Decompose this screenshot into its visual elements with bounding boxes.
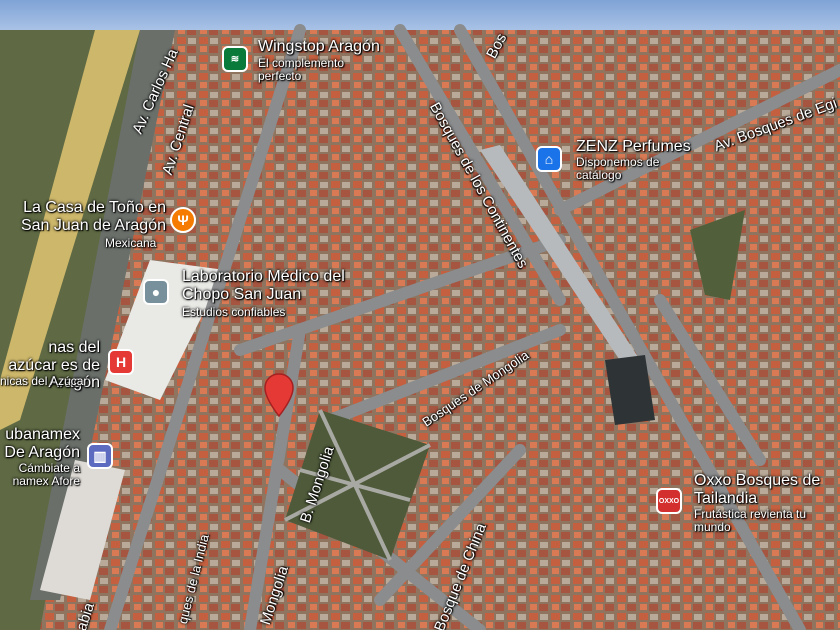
poi-sub-zenz: Disponemos de catálogo <box>576 155 660 183</box>
poi-name-casa-tono[interactable]: La Casa de Toño en San Juan de Aragón <box>6 199 166 234</box>
bank-icon[interactable]: ▥ <box>87 443 113 469</box>
map-imagery <box>0 24 840 630</box>
poi-name-zenz[interactable]: ZENZ Perfumes <box>576 138 691 156</box>
laboratory-icon[interactable]: ● <box>143 279 169 305</box>
poi-sub-banamex: Cámbiate a namex Afore <box>12 461 80 489</box>
satellite-map[interactable]: Av. Carlos Ha Av. Central Bosques de los… <box>0 0 840 630</box>
poi-name-oxxo[interactable]: Oxxo Bosques de Tailandia <box>694 472 824 507</box>
location-pin-icon[interactable] <box>262 372 296 418</box>
poi-sub-clinica: nicas del Azúcar <box>0 374 88 388</box>
poi-name-laboratorio[interactable]: Laboratorio Médico del Chopo San Juan <box>182 268 347 303</box>
poi-sub-casa-tono: Mexicana <box>105 236 157 250</box>
poi-name-banamex[interactable]: ubanamex De Aragón <box>0 426 80 461</box>
poi-sub-oxxo: Frutástica revienta tu mundo <box>694 507 807 535</box>
hospital-icon[interactable]: H <box>108 349 134 375</box>
poi-sub-wingstop: El complemento perfecto <box>258 56 345 84</box>
oxxo-logo-icon[interactable]: OXXO <box>656 488 682 514</box>
poi-sub-laboratorio: Estudios confiables <box>182 305 286 319</box>
shopping-bag-icon[interactable]: ⌂ <box>536 146 562 172</box>
poi-name-wingstop[interactable]: Wingstop Aragón <box>258 38 380 56</box>
restaurant-icon[interactable]: Ψ <box>170 207 196 233</box>
wingstop-logo-icon[interactable]: ≋ <box>222 46 248 72</box>
